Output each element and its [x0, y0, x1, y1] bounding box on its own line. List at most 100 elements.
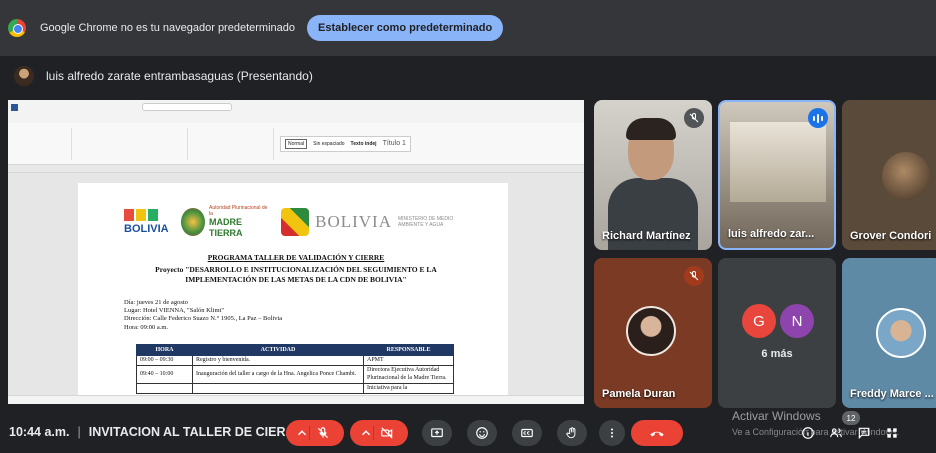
camera-control[interactable] [350, 420, 408, 446]
logo-bolivia: BOLIVIA [124, 209, 169, 235]
hand-icon [566, 427, 576, 439]
style-title-1: Título 1 [382, 140, 406, 147]
avatar [626, 306, 676, 356]
set-default-button[interactable]: Establecer como predeterminado [307, 15, 504, 41]
chrome-icon [8, 19, 26, 37]
info-place: Lugar: Hotel VIENNA, "Salón Klimt" [124, 306, 224, 314]
ribbon-group-font [78, 127, 188, 160]
participant-name: luis alfredo zar... [728, 228, 815, 240]
word-icon [11, 103, 18, 111]
infobar-message: Google Chrome no es tu navegador predete… [40, 22, 295, 34]
word-menu-bar [8, 114, 584, 123]
avatar [882, 152, 930, 200]
info-time: Hora: 09:00 a.m. [124, 323, 169, 331]
style-text-indent: Texto indej [350, 140, 377, 147]
agenda-cell: Directora Ejecutiva Autoridad Plurinacio… [363, 365, 454, 384]
document-heading: PROGRAMA TALLER DE VALIDACIÓN Y CIERRE [207, 253, 385, 262]
info-date: Día: jueves 21 de agosto [124, 298, 188, 306]
side-panel-controls [800, 426, 900, 440]
ribbon-group-paragraph [194, 127, 274, 160]
logo-madre-tierra: Autoridad Plurinacional de la MADRE TIERR… [180, 205, 269, 239]
meeting-time: 10:44 a.m. [9, 424, 70, 439]
document-project: Proyecto "DESARROLLO E INSTITUCIONALIZAC… [155, 265, 437, 284]
present-button[interactable] [422, 420, 452, 446]
people-icon[interactable] [828, 426, 844, 440]
logo-mt-main: MADRE TIERRA [209, 217, 243, 238]
word-search-box [142, 103, 232, 111]
agenda-table: HORA ACTIVIDAD RESPONSABLE 09:00 – 09:30… [136, 344, 454, 395]
presenter-avatar [14, 66, 34, 86]
emoji-icon [476, 427, 488, 439]
more-options-button[interactable] [599, 420, 625, 446]
participant-name: Pamela Duran [602, 388, 676, 400]
agenda-header-hora: HORA [136, 344, 193, 357]
agenda-cell: 09:00 – 09:30 [136, 355, 193, 367]
logo-mt-top: Autoridad Plurinacional de la [209, 205, 268, 218]
participant-name: Grover Condori [850, 230, 932, 242]
word-title-bar [8, 100, 584, 114]
document-area: BOLIVIA Autoridad Plurinacional de la MAD… [8, 173, 584, 403]
word-ruler [8, 165, 584, 173]
info-icon[interactable] [800, 426, 816, 440]
activities-icon[interactable] [884, 426, 900, 440]
agenda-cell: Registro y bienvenida. [192, 355, 364, 367]
hang-up-button[interactable] [631, 420, 683, 446]
mic-off-icon [684, 266, 704, 286]
agenda-cell [192, 382, 364, 395]
ribbon-group-clipboard [12, 127, 72, 160]
meeting-title: INVITACION AL TALLER DE CIER... [88, 424, 296, 439]
speaking-indicator-icon [808, 108, 828, 128]
chevron-up-icon[interactable] [294, 426, 310, 440]
participant-tile-grover[interactable]: Grover Condori [842, 100, 936, 250]
more-participants-tile[interactable]: G N 6 más [718, 258, 836, 408]
participant-tile-luis[interactable]: luis alfredo zar... [718, 100, 836, 250]
chevron-up-icon[interactable] [358, 426, 374, 440]
camera-off-icon[interactable] [374, 426, 400, 440]
info-address: Dirección: Calle Federico Suazo N.° 1905… [124, 315, 283, 323]
word-ribbon: Normal Sin espaciado Texto indej Título … [8, 123, 584, 165]
table-row: 09:40 – 10:00 Inauguración del taller a … [136, 365, 454, 384]
agenda-cell: Iniciativa para la [363, 382, 454, 395]
logo-ministerio-name: MINISTERIO DE MEDIO AMBIENTE Y AGUA [398, 216, 454, 228]
document-info: Día: jueves 21 de agosto Lugar: Hotel VI… [124, 299, 468, 333]
more-vert-icon [610, 428, 614, 438]
participant-name: Richard Martínez [602, 230, 691, 242]
presenter-bar: luis alfredo zarate entrambasaguas (Pres… [0, 58, 936, 94]
hang-up-icon [650, 431, 664, 437]
table-row: 09:00 – 09:30 Registro y bienvenida. APM… [136, 355, 454, 367]
agenda-cell: 09:40 – 10:00 [136, 365, 193, 384]
document-page: BOLIVIA Autoridad Plurinacional de la MAD… [78, 183, 508, 403]
agenda-cell: Inauguración del taller a cargo de la Hn… [192, 365, 364, 384]
participant-tile-richard[interactable]: Richard Martínez [594, 100, 712, 250]
participant-name: Freddy Marce ... [850, 388, 934, 400]
logo-ministerio: BOLIVIA MINISTERIO DE MEDIO AMBIENTE Y A… [281, 208, 468, 236]
chat-icon[interactable] [856, 426, 872, 440]
document-logos: BOLIVIA Autoridad Plurinacional de la MAD… [124, 201, 468, 243]
shared-screen: Normal Sin espaciado Texto indej Título … [8, 100, 584, 404]
raise-hand-button[interactable] [557, 420, 587, 446]
windows-watermark: Activar Windows [732, 409, 821, 423]
avatar: N [780, 304, 814, 338]
avatar: G [742, 304, 776, 338]
word-status-bar [8, 395, 584, 404]
participant-tile-freddy[interactable]: Freddy Marce ... [842, 258, 936, 408]
presenter-label: luis alfredo zarate entrambasaguas (Pres… [46, 69, 313, 83]
agenda-header-actividad: ACTIVIDAD [192, 344, 364, 357]
style-normal: Normal [285, 138, 308, 149]
mic-off-icon [684, 108, 704, 128]
mic-control[interactable] [286, 420, 344, 446]
emoji-button[interactable] [467, 420, 497, 446]
table-row: Iniciativa para la [136, 382, 454, 395]
mic-off-icon[interactable] [310, 426, 336, 440]
captions-icon [521, 428, 533, 438]
captions-button[interactable] [512, 420, 542, 446]
agenda-cell: APMT [363, 355, 454, 367]
participant-count-badge: 12 [842, 411, 860, 425]
ribbon-styles: Normal Sin espaciado Texto indej Título … [280, 135, 411, 152]
more-participants-label: 6 más [761, 348, 793, 360]
agenda-header-responsable: RESPONSABLE [363, 344, 454, 357]
logo-bolivia-text: BOLIVIA [124, 223, 169, 235]
logo-ministerio-word: BOLIVIA [315, 212, 392, 231]
default-browser-infobar: Google Chrome no es tu navegador predete… [0, 0, 936, 56]
participant-tile-pamela[interactable]: Pamela Duran [594, 258, 712, 408]
